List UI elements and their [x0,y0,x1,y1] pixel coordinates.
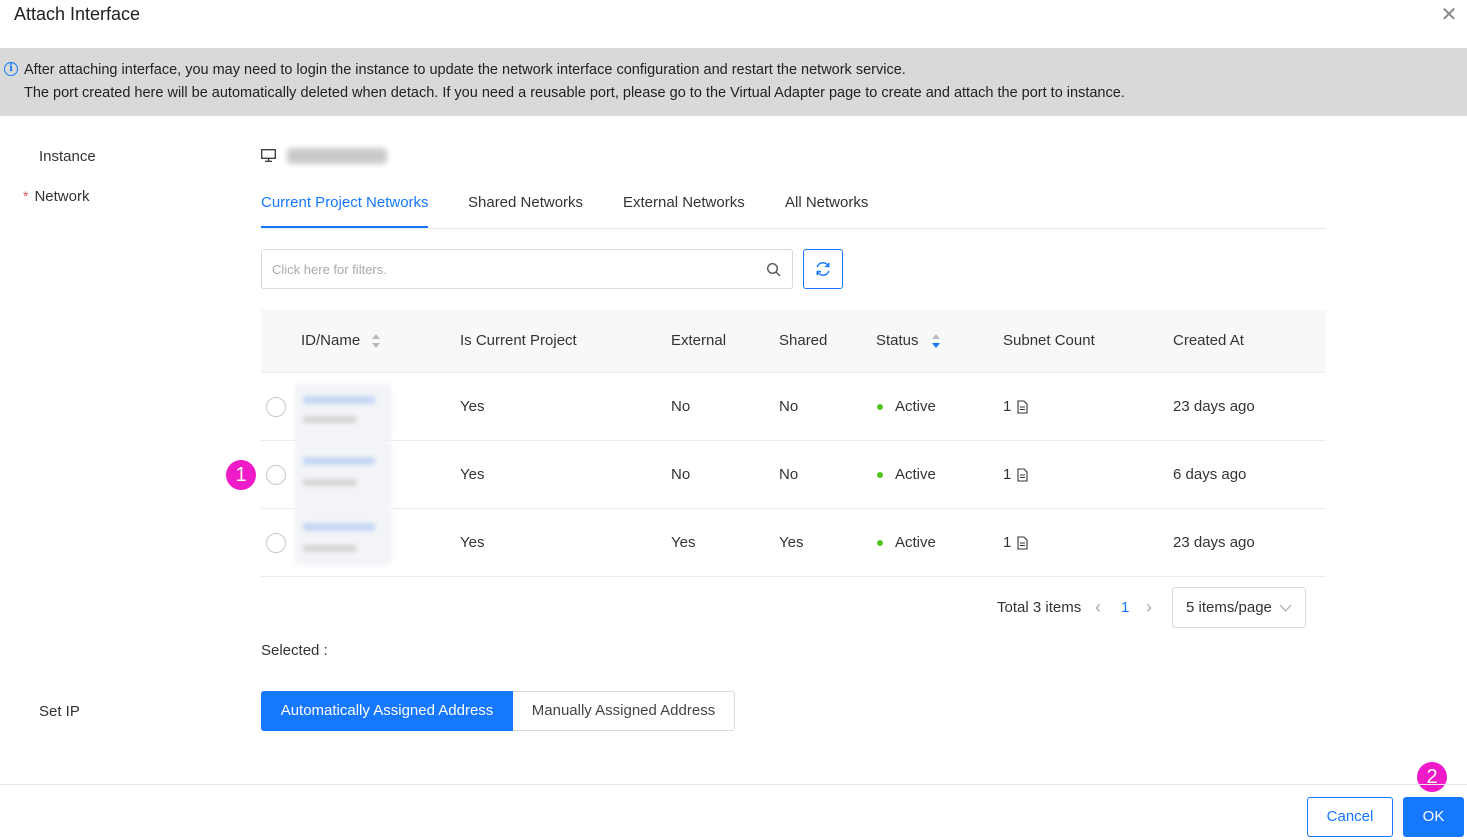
column-header-status[interactable]: Status [876,332,919,349]
chevron-down-icon [1279,604,1292,612]
column-header-id-name[interactable]: ID/Name [301,332,360,349]
column-header-shared: Shared [779,332,828,349]
manual-assigned-address-option[interactable]: Manually Assigned Address [513,691,735,731]
tab-current-project-networks[interactable]: Current Project Networks [261,194,429,211]
column-header-external: External [671,332,727,349]
table-row[interactable]: Yes No No Active 1 23 days ago [261,373,1326,441]
document-icon[interactable] [1017,468,1028,482]
pagination-page-current[interactable]: 1 [1121,599,1129,616]
cell-shared: No [779,466,799,483]
info-banner: i After attaching interface, you may nee… [0,48,1467,116]
page-size-value: 5 items/page [1186,599,1272,616]
chevron-right-icon[interactable]: › [1146,598,1160,616]
instance-label: Instance [39,148,96,165]
cell-status: Active [895,534,936,551]
column-header-created-at: Created At [1173,332,1244,349]
active-tab-indicator [261,226,428,228]
cell-subnet-count: 1 [1003,466,1012,483]
cell-external: No [671,466,691,483]
table-row[interactable]: Yes Yes Yes Active 1 23 days ago [261,509,1326,577]
cell-subnet-count: 1 [1003,534,1012,551]
cell-is-current-project: Yes [460,534,485,551]
cell-status: Active [895,398,936,415]
network-label: * Network [23,188,89,205]
table-header: ID/Name Is Current Project External Shar… [261,310,1326,373]
cell-is-current-project: Yes [460,398,485,415]
status-dot [877,472,883,478]
tab-external-networks[interactable]: External Networks [623,194,745,211]
status-dot [877,404,883,410]
instance-name-redacted [287,148,387,164]
selected-label: Selected : [261,642,328,659]
page-size-select[interactable]: 5 items/page [1172,587,1306,628]
cell-shared: No [779,398,799,415]
filter-input[interactable] [272,259,752,279]
cell-created-at: 6 days ago [1173,466,1247,483]
info-icon: i [4,62,18,76]
sort-icon[interactable] [371,333,381,349]
redacted-id-name [295,384,391,441]
redacted-id-name [295,441,391,509]
notice-text-line1: After attaching interface, you may need … [24,62,906,78]
network-label-text: Network [34,188,90,205]
required-mark: * [23,188,29,204]
refresh-icon [816,262,830,276]
cancel-button[interactable]: Cancel [1307,797,1393,837]
document-icon[interactable] [1017,400,1028,414]
step-marker-2: 2 [1417,762,1447,792]
chevron-left-icon[interactable]: ‹ [1095,598,1109,616]
refresh-button[interactable] [803,249,843,289]
cell-created-at: 23 days ago [1173,534,1255,551]
document-icon[interactable] [1017,536,1028,550]
dialog-title: Attach Interface [14,4,141,24]
pagination-total: Total 3 items [997,599,1082,616]
cell-subnet-count: 1 [1003,398,1012,415]
cell-created-at: 23 days ago [1173,398,1255,415]
auto-assigned-address-option[interactable]: Automatically Assigned Address [261,691,513,731]
footer-divider [0,784,1467,785]
row-radio[interactable] [266,533,286,553]
cell-shared: Yes [779,534,804,551]
sort-icon[interactable] [931,333,941,349]
redacted-id-name [295,509,391,565]
search-icon[interactable] [766,262,782,278]
row-radio[interactable] [266,465,286,485]
tab-all-networks[interactable]: All Networks [785,194,868,211]
set-ip-label: Set IP [39,703,80,720]
notice-text-line2: The port created here will be automatica… [24,85,1125,101]
column-header-is-current-project: Is Current Project [460,332,577,349]
table-row[interactable]: Yes No No Active 1 6 days ago [261,441,1326,509]
filter-search-box [261,249,793,289]
cell-external: No [671,398,691,415]
close-icon[interactable]: ✕ [1439,5,1459,25]
column-header-subnet-count: Subnet Count [1003,332,1095,349]
cell-is-current-project: Yes [460,466,485,483]
step-marker-1: 1 [226,460,256,490]
tab-shared-networks[interactable]: Shared Networks [468,194,583,211]
monitor-icon [261,149,276,162]
ok-button[interactable]: OK [1403,797,1464,837]
row-radio[interactable] [266,397,286,417]
cell-external: Yes [671,534,696,551]
status-dot [877,540,883,546]
cell-status: Active [895,466,936,483]
network-tabs: Current Project Networks Shared Networks… [261,184,1326,229]
